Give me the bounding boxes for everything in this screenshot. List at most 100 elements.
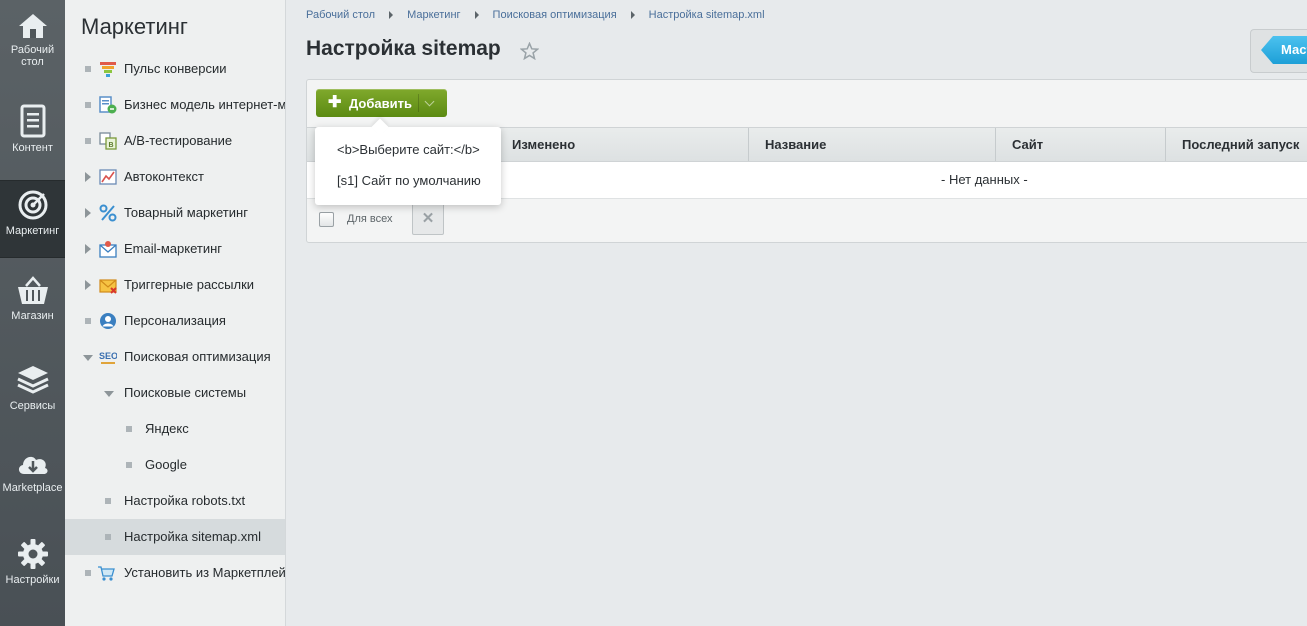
email-icon (99, 241, 117, 258)
column-last-run[interactable]: Последний запуск (1165, 128, 1307, 161)
star-icon[interactable] (520, 42, 539, 60)
document-icon (20, 104, 45, 138)
column-site[interactable]: Сайт (995, 128, 1165, 161)
page-title: Настройка sitemap (306, 37, 501, 60)
gear-icon (17, 539, 48, 569)
sidebar-item-label: Яндекс (145, 421, 189, 436)
bullet-marker (105, 534, 111, 540)
column-modified[interactable]: Изменено (496, 128, 749, 161)
rail-label: Marketplace (2, 482, 63, 494)
rail-settings[interactable]: Настройки (0, 538, 65, 594)
bullet-marker (85, 318, 91, 324)
svg-text:B: B (109, 142, 114, 149)
percent-icon (99, 204, 117, 222)
basket-icon (17, 276, 48, 304)
svg-text:SEO: SEO (99, 351, 117, 361)
sidebar-item-ab-testing[interactable]: B A/B-тестирование (65, 123, 285, 159)
collapse-arrow-icon[interactable] (104, 391, 114, 397)
cloud-download-icon (18, 456, 48, 474)
select-all-checkbox[interactable] (319, 212, 334, 227)
bullet-marker (85, 66, 91, 72)
empty-table-text: - Нет данных - (941, 172, 1028, 187)
breadcrumb-link[interactable]: Рабочий стол (306, 9, 375, 21)
sidebar-item-label: Пульс конверсии (124, 61, 227, 76)
rail-shop[interactable]: Магазин (0, 276, 65, 332)
sidebar-item-label: Настройка sitemap.xml (124, 529, 261, 544)
seo-icon: SEO (99, 351, 117, 364)
master-button-container: Мастер (1250, 29, 1307, 73)
sidebar-item-yandex[interactable]: Яндекс (65, 411, 285, 447)
menu-option-choose-site[interactable]: <b>Выберите сайт:</b> (337, 142, 480, 157)
sidebar-item-search-engines[interactable]: Поисковые системы (65, 375, 285, 411)
rail-label: Рабочий стол (10, 44, 55, 68)
expand-arrow-icon[interactable] (85, 280, 91, 290)
rail-label: Сервисы (9, 400, 56, 412)
trigger-mail-icon (99, 279, 117, 294)
expand-arrow-icon[interactable] (85, 208, 91, 218)
sidebar-item-label: Автоконтекст (124, 169, 204, 184)
home-icon (18, 14, 47, 38)
sidebar-item-label: Товарный маркетинг (124, 205, 248, 220)
delete-button[interactable]: ✕ (412, 203, 444, 235)
sidebar-item-robots[interactable]: Настройка robots.txt (65, 483, 285, 519)
rail-label: Контент (12, 142, 53, 154)
rail-content[interactable]: Контент (0, 104, 65, 160)
layers-icon (16, 366, 49, 394)
bullet-marker (126, 462, 132, 468)
rail-desktop[interactable]: Рабочий стол (0, 12, 65, 90)
divider (418, 94, 419, 112)
add-button-label: Добавить (349, 96, 412, 111)
sidebar-item-email-marketing[interactable]: Email-маркетинг (65, 231, 285, 267)
sidebar-item-google[interactable]: Google (65, 447, 285, 483)
funnel-icon (100, 62, 116, 77)
sidebar-item-product-marketing[interactable]: Товарный маркетинг (65, 195, 285, 231)
chevron-down-icon[interactable] (424, 96, 435, 107)
column-name[interactable]: Название (748, 128, 995, 161)
expand-arrow-icon[interactable] (85, 172, 91, 182)
breadcrumb-link[interactable]: Поисковая оптимизация (493, 9, 617, 21)
rail-label: Магазин (11, 310, 54, 322)
add-button[interactable]: ✚ Добавить (316, 89, 447, 117)
menu-option-default-site[interactable]: [s1] Сайт по умолчанию (337, 173, 481, 188)
expand-arrow-icon[interactable] (85, 244, 91, 254)
sidebar-item-label: Персонализация (124, 313, 226, 328)
bullet-marker (85, 102, 91, 108)
autocontext-icon (99, 169, 117, 185)
cart-icon (98, 566, 115, 581)
sidebar-item-seo[interactable]: SEO Поисковая оптимизация (65, 339, 285, 375)
sidebar-item-business-model[interactable]: Бизнес модель интернет-магазина (65, 87, 285, 123)
sidebar-item-personalization[interactable]: Персонализация (65, 303, 285, 339)
sidebar-item-label: Установить из Маркетплейса (124, 565, 286, 580)
bullet-marker (85, 138, 91, 144)
breadcrumb-link[interactable]: Настройка sitemap.xml (649, 9, 765, 21)
sidebar: Маркетинг Пульс конверсии Бизнес модель … (65, 0, 286, 626)
collapse-arrow-icon[interactable] (83, 355, 93, 361)
person-icon (100, 313, 116, 329)
left-rail: Рабочий стол Контент Маркетинг Магазин С… (0, 0, 65, 626)
sidebar-title: Маркетинг (81, 14, 188, 39)
sidebar-item-conversion-pulse[interactable]: Пульс конверсии (65, 51, 285, 87)
target-icon (18, 190, 47, 220)
rail-marketplace[interactable]: Marketplace (0, 450, 65, 500)
master-button[interactable]: Мастер (1261, 36, 1307, 64)
breadcrumb-link[interactable]: Маркетинг (407, 9, 460, 21)
rail-marketing[interactable]: Маркетинг (0, 180, 65, 258)
sidebar-item-label: Google (145, 457, 187, 472)
rail-label: Маркетинг (5, 225, 60, 237)
sidebar-item-label: A/B-тестирование (124, 133, 233, 148)
sidebar-item-label: Email-маркетинг (124, 241, 223, 256)
sidebar-item-label: Настройка robots.txt (124, 493, 246, 508)
sidebar-item-marketplace-install[interactable]: Установить из Маркетплейса (65, 555, 285, 591)
rail-services[interactable]: Сервисы (0, 364, 65, 420)
sidebar-item-label: Поисковые системы (124, 385, 247, 400)
sidebar-item-autocontext[interactable]: Автоконтекст (65, 159, 285, 195)
sidebar-item-label: Бизнес модель интернет-магазина (124, 97, 286, 112)
bullet-marker (126, 426, 132, 432)
breadcrumb-separator-icon (474, 11, 479, 20)
sidebar-item-trigger-mailings[interactable]: Триггерные рассылки (65, 267, 285, 303)
breadcrumb-separator-icon (630, 11, 635, 20)
for-all-label: Для всех (347, 213, 393, 225)
business-model-icon (99, 96, 117, 114)
plus-icon: ✚ (328, 94, 342, 111)
sidebar-item-sitemap[interactable]: Настройка sitemap.xml (65, 519, 285, 555)
